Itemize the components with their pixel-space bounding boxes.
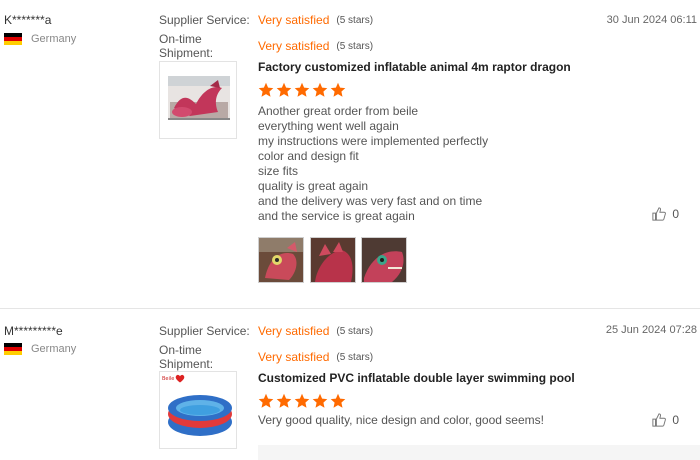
germany-flag-icon (4, 33, 22, 45)
country-label: Germany (31, 33, 77, 45)
review-date: 30 Jun 2024 06:11 (606, 14, 697, 26)
review-stars (258, 393, 346, 409)
review-text-line: quality is great again (258, 179, 369, 193)
shipment-stars: (5 stars) (336, 351, 374, 363)
review-text-line: color and design fit (258, 149, 359, 163)
shipment-label: On-time Shipment: (159, 343, 214, 371)
review-text: Another great order from beile everything… (258, 104, 488, 224)
supplier-service-stars: (5 stars) (336, 325, 374, 337)
star-icon (312, 393, 328, 408)
germany-flag-icon (4, 343, 22, 355)
supplier-service-value: Very satisfied (258, 324, 330, 338)
review-date: 25 Jun 2024 07:28 (605, 324, 697, 336)
review-text-line: Another great order from beile (258, 104, 419, 118)
supplier-service-value: Very satisfied (258, 13, 330, 27)
country-label: Germany (31, 343, 77, 355)
supplier-service-label: Supplier Service: (159, 13, 250, 27)
review-photo[interactable] (310, 237, 356, 283)
product-title[interactable]: Factory customized inflatable animal 4m … (258, 60, 571, 74)
star-icon (330, 82, 346, 97)
star-icon (294, 82, 310, 97)
review-photo[interactable] (258, 237, 304, 283)
star-icon (294, 393, 310, 408)
supplier-service-stars: (5 stars) (336, 14, 374, 26)
brand-badge: Beile (162, 374, 185, 383)
like-count: 0 (672, 207, 679, 221)
brand-badge-text: Beile (162, 375, 175, 382)
review-photo[interactable] (361, 237, 407, 283)
review-stars (258, 82, 346, 98)
review-text-line: and the service is great again (258, 209, 415, 223)
star-icon (276, 393, 292, 408)
like-button[interactable]: 0 (652, 207, 679, 221)
like-button[interactable]: 0 (652, 413, 679, 427)
like-count: 0 (672, 413, 679, 427)
review-text-line: Very good quality, nice design and color… (258, 413, 544, 427)
thumbs-up-icon (652, 413, 667, 427)
product-thumbnail[interactable]: Beile (159, 371, 237, 449)
shipment-rating: On-time Shipment: Very satisfied (5 star… (159, 343, 373, 371)
star-icon (276, 82, 292, 97)
review-text-line: everything went well again (258, 119, 399, 133)
reviewer-name: K*******a (4, 13, 52, 27)
shipment-value: Very satisfied (258, 350, 330, 364)
review-text-line: and the delivery was very fast and on ti… (258, 194, 483, 208)
reply-area (258, 445, 700, 460)
heart-logo-icon (176, 374, 185, 383)
shipment-label: On-time Shipment: (159, 32, 214, 60)
supplier-service-rating: Supplier Service: Very satisfied (5 star… (159, 13, 373, 27)
shipment-rating: On-time Shipment: Very satisfied (5 star… (159, 32, 373, 60)
supplier-service-rating: Supplier Service: Very satisfied (5 star… (159, 324, 373, 338)
star-icon (330, 393, 346, 408)
supplier-service-label: Supplier Service: (159, 324, 250, 338)
shipment-value: Very satisfied (258, 39, 330, 53)
thumbs-up-icon (652, 207, 667, 221)
reviewer-country: Germany (4, 343, 76, 355)
review-card: M*********e Germany Supplier Service: Ve… (0, 309, 700, 460)
review-text-line: size fits (258, 164, 299, 178)
shipment-stars: (5 stars) (336, 40, 374, 52)
reviewer-name: M*********e (4, 324, 63, 338)
review-text-line: my instructions were implemented perfect… (258, 134, 489, 148)
product-thumbnail[interactable] (159, 61, 237, 139)
star-icon (258, 82, 274, 97)
product-title[interactable]: Customized PVC inflatable double layer s… (258, 371, 575, 385)
review-card: K*******a Germany Supplier Service: Very… (0, 0, 700, 308)
star-icon (312, 82, 328, 97)
reviewer-country: Germany (4, 33, 76, 45)
review-text: Very good quality, nice design and color… (258, 413, 544, 428)
star-icon (258, 393, 274, 408)
